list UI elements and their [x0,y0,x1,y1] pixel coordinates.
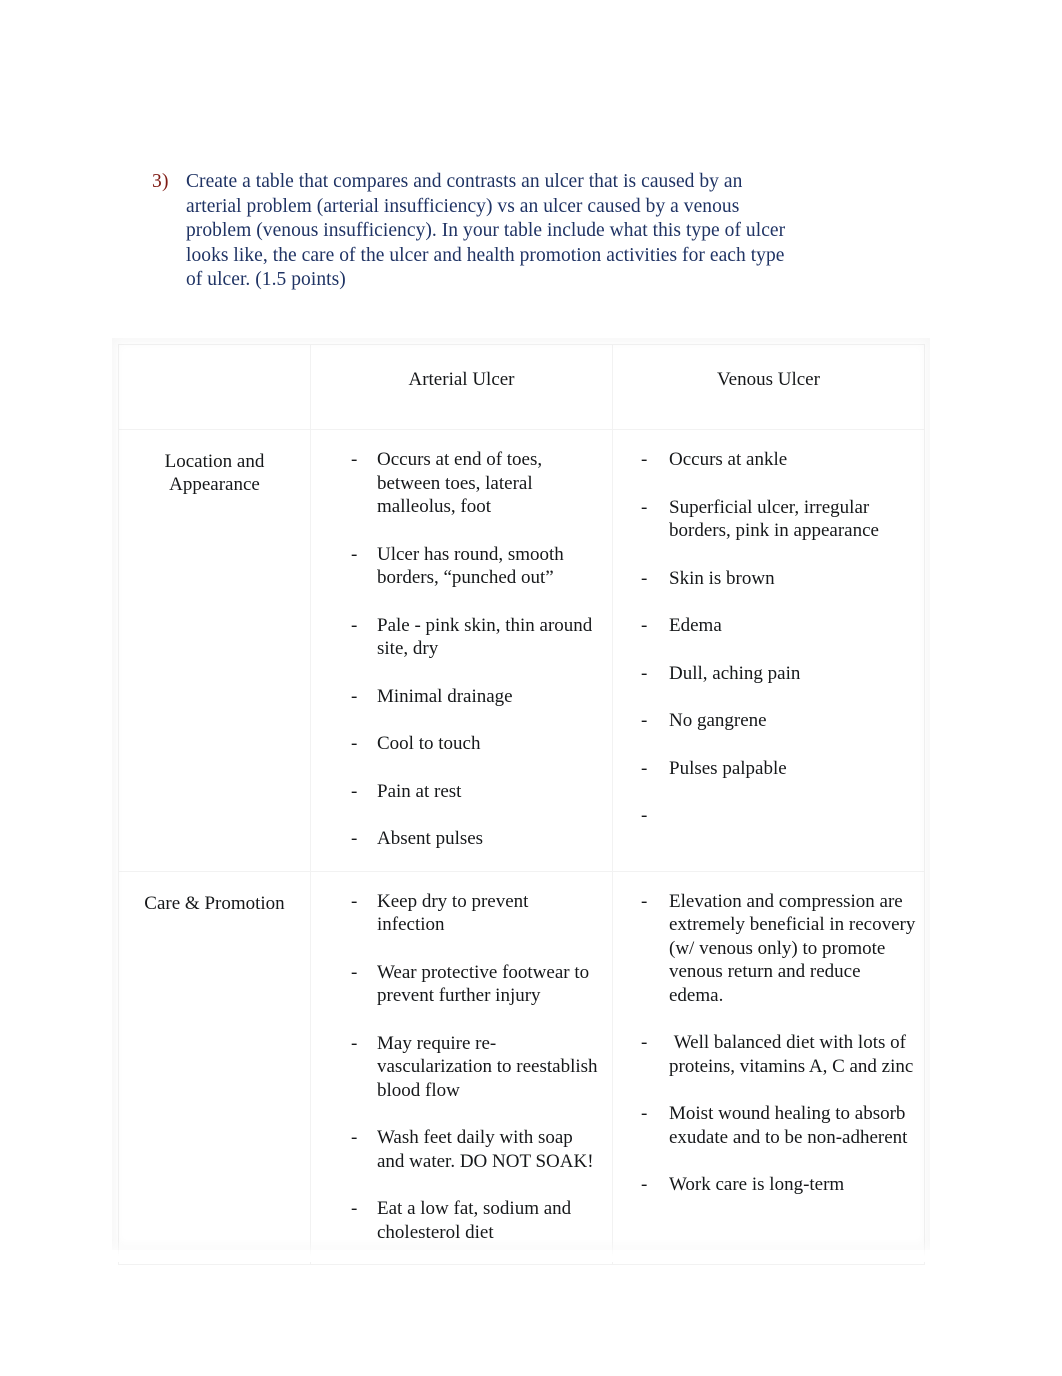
bullet-list-arterial-care: Keep dry to prevent infection Wear prote… [311,872,612,1265]
list-item: May require re-vascularization to reesta… [311,1032,600,1103]
list-item: Dull, aching pain [613,662,918,686]
list-item-empty [613,804,918,828]
document-page: { "page": { "background_color": "#ffffff… [0,0,1062,1376]
table-header-row: Arterial Ulcer Venous Ulcer [118,344,925,430]
row-header-line-1: Location and [164,451,265,472]
list-item: Pulses palpable [613,757,918,781]
row-header-location-appearance: Location and Appearance [118,429,311,872]
column-header-arterial: Arterial Ulcer [310,344,613,430]
list-item: Eat a low fat, sodium and cholesterol di… [311,1197,600,1244]
list-item: Cool to touch [311,732,600,756]
list-item: Wear protective footwear to prevent furt… [311,961,600,1008]
question-number: 3) [152,171,169,192]
cell-venous-care: Elevation and compression are extremely … [612,870,925,1265]
list-item: Skin is brown [613,567,918,591]
list-item: Pain at rest [311,780,600,804]
table-row: Care & Promotion Keep dry to prevent inf… [118,870,925,1265]
list-item: Wash feet daily with soap and water. DO … [311,1126,600,1173]
list-item: Edema [613,614,918,638]
ulcer-comparison-table: Arterial Ulcer Venous Ulcer Location and… [118,344,925,1265]
list-item: No gangrene [613,709,918,733]
list-item: Ulcer has round, smooth borders, “punche… [311,543,600,590]
list-item: Absent pulses [311,827,600,851]
bullet-list-venous-care: Elevation and compression are extremely … [613,872,924,1217]
list-item: Superficial ulcer, irregular borders, pi… [613,496,918,543]
list-item: Keep dry to prevent infection [311,890,600,937]
bullet-list-arterial-location: Occurs at end of toes, between toes, lat… [311,430,612,871]
list-item: Elevation and compression are extremely … [613,890,918,1008]
row-header-line-2: Appearance [169,474,260,495]
list-item: Work care is long-term [613,1173,918,1197]
table-row: Location and Appearance Occurs at end of… [118,429,925,872]
cell-arterial-care: Keep dry to prevent infection Wear prote… [310,870,613,1265]
list-item: Occurs at ankle [613,448,918,472]
list-item: Minimal drainage [311,685,600,709]
cell-venous-location: Occurs at ankle Superficial ulcer, irreg… [612,429,925,872]
list-item: Moist wound healing to absorb exudate an… [613,1102,918,1149]
question-text: Create a table that compares and contras… [186,171,786,291]
list-item: Pale - pink skin, thin around site, dry [311,614,600,661]
list-item: Occurs at end of toes, between toes, lat… [311,448,600,519]
column-header-venous: Venous Ulcer [612,344,925,430]
list-item: Well balanced diet with lots of proteins… [613,1031,918,1078]
row-header-care-promotion: Care & Promotion [118,870,311,1265]
question-block: 3) Create a table that compares and cont… [152,170,792,293]
cell-arterial-location: Occurs at end of toes, between toes, lat… [310,429,613,872]
bullet-list-venous-location: Occurs at ankle Superficial ulcer, irreg… [613,430,924,834]
table-corner-cell [118,344,311,430]
row-header-line-1: Care & Promotion [144,892,285,914]
